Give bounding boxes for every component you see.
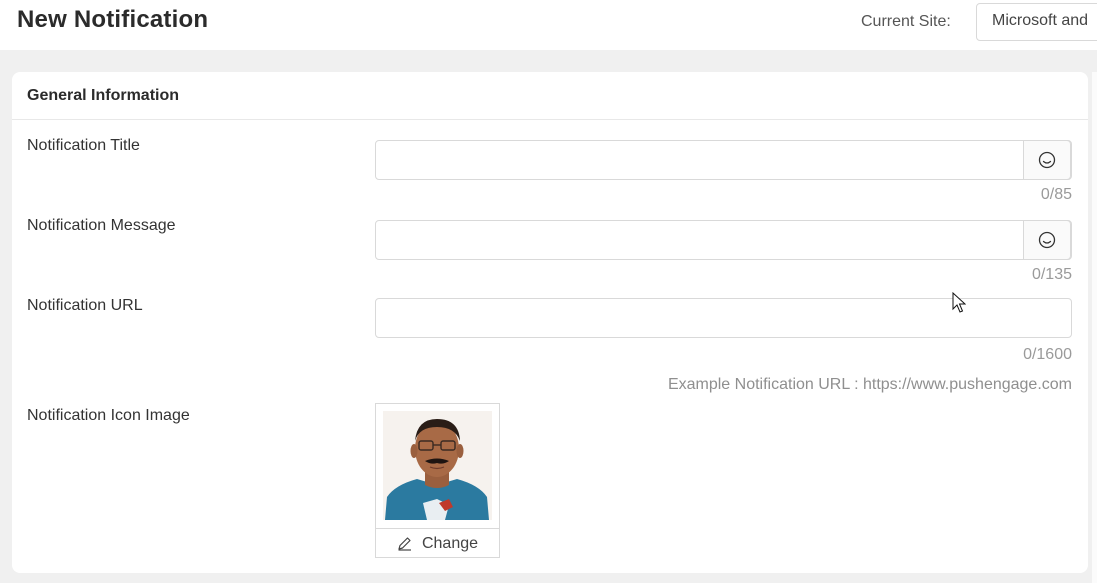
change-icon-button[interactable]: Change	[376, 528, 499, 558]
title-char-counter: 0/85	[1040, 186, 1072, 203]
icon-image-preview: Change	[375, 403, 500, 558]
message-char-counter: 0/135	[1031, 266, 1072, 283]
current-site-select[interactable]: Microsoft and	[976, 3, 1097, 41]
person-photo-icon	[383, 411, 492, 520]
notification-title-label: Notification Title	[27, 137, 140, 154]
smiley-icon	[1038, 151, 1056, 169]
change-button-label: Change	[421, 534, 479, 552]
pencil-icon	[398, 537, 411, 551]
notification-url-label: Notification URL	[27, 297, 143, 314]
notification-message-label: Notification Message	[27, 217, 176, 234]
top-bar: New Notification Current Site: Microsoft…	[0, 0, 1097, 50]
notification-message-input[interactable]	[375, 220, 1072, 260]
url-char-counter: 0/1600	[1023, 346, 1072, 363]
page-title: New Notification	[17, 6, 209, 33]
section-title: General Information	[27, 87, 180, 104]
url-example-hint: Example Notification URL : https://www.p…	[667, 376, 1072, 393]
smiley-icon	[1038, 231, 1056, 249]
notification-url-input[interactable]	[375, 298, 1072, 338]
notification-title-input[interactable]	[375, 140, 1072, 180]
general-information-card: General Information Notification Title 0…	[12, 72, 1088, 573]
mouse-cursor-icon	[952, 291, 967, 319]
right-edge-panel	[1092, 72, 1097, 583]
message-emoji-button[interactable]	[1023, 220, 1071, 260]
card-header: General Information	[12, 72, 1088, 120]
current-site-label: Current Site:	[861, 13, 951, 30]
icon-image-photo	[383, 411, 492, 520]
notification-icon-image-label: Notification Icon Image	[27, 407, 190, 424]
title-emoji-button[interactable]	[1023, 140, 1071, 180]
